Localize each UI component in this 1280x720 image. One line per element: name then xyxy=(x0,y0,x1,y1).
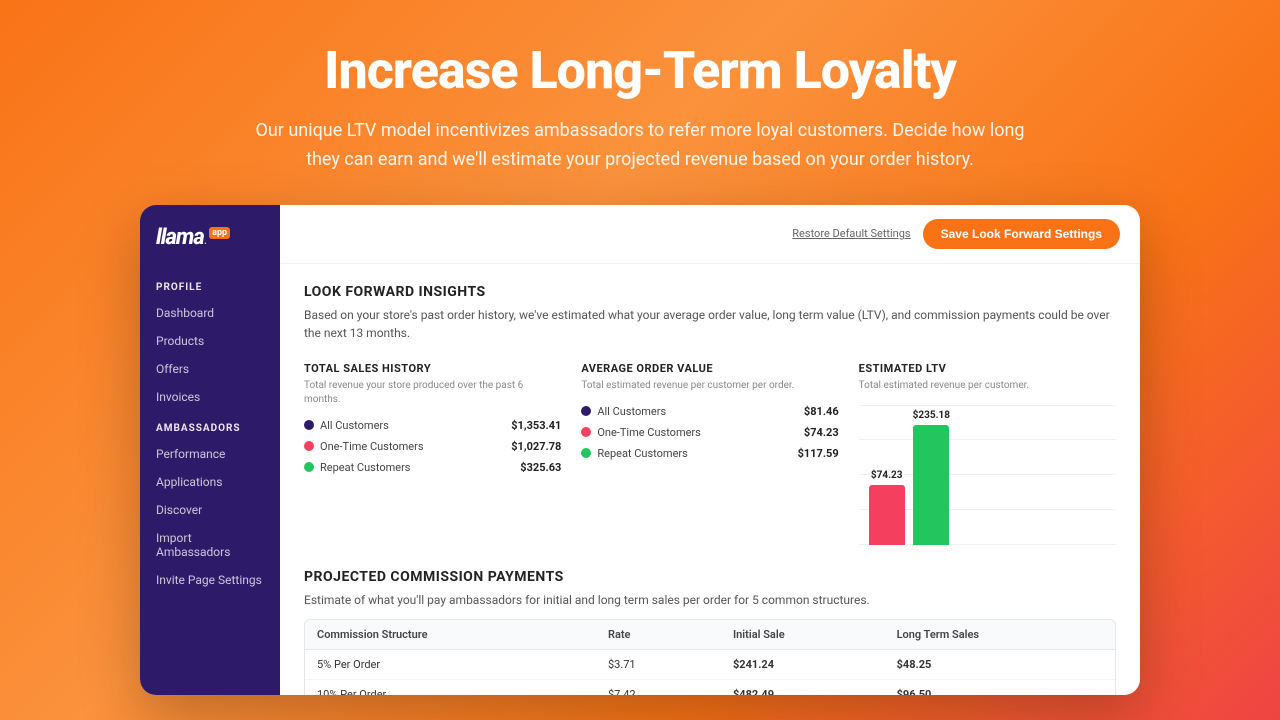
table-row: 5% Per Order $3.71 $241.24 $48.25 xyxy=(305,649,1115,679)
save-button[interactable]: Save Look Forward Settings xyxy=(923,219,1120,249)
total-sales-row-1: All Customers $1,353.41 xyxy=(304,419,561,432)
bar-onetime-label: $74.23 xyxy=(871,470,903,481)
ltv-block: ESTIMATED LTV Total estimated revenue pe… xyxy=(859,362,1116,545)
restore-link[interactable]: Restore Default Settings xyxy=(792,227,910,240)
avg-order-subtitle: Total estimated revenue per customer per… xyxy=(581,379,838,393)
col-rate: Rate xyxy=(596,620,721,650)
main-content: Restore Default Settings Save Look Forwa… xyxy=(280,205,1140,695)
commission-table: Commission Structure Rate Initial Sale L… xyxy=(305,620,1115,695)
total-sales-row-2: One-Time Customers $1,027.78 xyxy=(304,440,561,453)
total-sales-title: TOTAL SALES HISTORY xyxy=(304,362,561,375)
initial-2: $482.49 xyxy=(721,679,885,695)
avg-order-title: AVERAGE ORDER VALUE xyxy=(581,362,838,375)
bar-repeat xyxy=(913,425,949,545)
structure-1: 5% Per Order xyxy=(305,649,596,679)
avg-order-block: AVERAGE ORDER VALUE Total estimated reve… xyxy=(581,362,838,545)
sidebar-item-offers[interactable]: Offers xyxy=(140,355,280,383)
sidebar-item-products[interactable]: Products xyxy=(140,327,280,355)
hero-subtitle: Our unique LTV model incentivizes ambass… xyxy=(250,117,1030,175)
sidebar-item-import[interactable]: Import Ambassadors xyxy=(140,524,280,566)
stats-grid: TOTAL SALES HISTORY Total revenue your s… xyxy=(304,362,1116,545)
ltv-subtitle: Total estimated revenue per customer. xyxy=(859,379,1116,393)
sidebar-item-discover[interactable]: Discover xyxy=(140,496,280,524)
app-window: llama.app PROFILE Dashboard Products Off… xyxy=(140,205,1140,695)
avg-all-value: $81.46 xyxy=(804,405,839,418)
content-body: LOOK FORWARD INSIGHTS Based on your stor… xyxy=(280,264,1140,695)
table-header-row: Commission Structure Rate Initial Sale L… xyxy=(305,620,1115,650)
bar-repeat-label: $235.18 xyxy=(913,410,950,421)
commission-title: PROJECTED COMMISSION PAYMENTS xyxy=(304,569,1116,585)
dot-dark-2 xyxy=(581,406,591,416)
logo: llama.app xyxy=(156,225,230,250)
rate-2: $7.42 xyxy=(596,679,721,695)
dot-red xyxy=(304,441,314,451)
avg-repeat-value: $117.59 xyxy=(798,447,839,460)
total-repeat-label: Repeat Customers xyxy=(320,461,410,474)
commission-desc: Estimate of what you'll pay ambassadors … xyxy=(304,591,1116,609)
avg-order-row-1: All Customers $81.46 xyxy=(581,405,838,418)
total-sales-row-3: Repeat Customers $325.63 xyxy=(304,461,561,474)
logo-area: llama.app xyxy=(140,225,280,270)
total-all-value: $1,353.41 xyxy=(511,419,561,432)
total-sales-subtitle: Total revenue your store produced over t… xyxy=(304,379,561,407)
avg-order-row-3: Repeat Customers $117.59 xyxy=(581,447,838,460)
col-longterm: Long Term Sales xyxy=(885,620,1115,650)
col-initial: Initial Sale xyxy=(721,620,885,650)
hero-section: Increase Long-Term Loyalty Our unique LT… xyxy=(0,0,1280,205)
avg-repeat-label: Repeat Customers xyxy=(597,447,687,460)
rate-1: $3.71 xyxy=(596,649,721,679)
structure-2: 10% Per Order xyxy=(305,679,596,695)
dot-dark xyxy=(304,420,314,430)
hero-title: Increase Long-Term Loyalty xyxy=(20,40,1260,101)
total-onetime-label: One-Time Customers xyxy=(320,440,424,453)
bar-onetime xyxy=(869,485,905,545)
sidebar-item-dashboard[interactable]: Dashboard xyxy=(140,299,280,327)
sidebar-item-applications[interactable]: Applications xyxy=(140,468,280,496)
initial-1: $241.24 xyxy=(721,649,885,679)
top-bar: Restore Default Settings Save Look Forwa… xyxy=(280,205,1140,264)
sidebar-item-invoices[interactable]: Invoices xyxy=(140,383,280,411)
sidebar: llama.app PROFILE Dashboard Products Off… xyxy=(140,205,280,695)
avg-order-row-2: One-Time Customers $74.23 xyxy=(581,426,838,439)
ambassadors-section-label: AMBASSADORS xyxy=(140,411,280,440)
ltv-title: ESTIMATED LTV xyxy=(859,362,1116,375)
total-onetime-value: $1,027.78 xyxy=(511,440,561,453)
total-all-label: All Customers xyxy=(320,419,389,432)
insights-title: LOOK FORWARD INSIGHTS xyxy=(304,284,1116,300)
longterm-2: $96.50 xyxy=(885,679,1115,695)
total-sales-block: TOTAL SALES HISTORY Total revenue your s… xyxy=(304,362,561,545)
table-row: 10% Per Order $7.42 $482.49 $96.50 xyxy=(305,679,1115,695)
commission-section: PROJECTED COMMISSION PAYMENTS Estimate o… xyxy=(304,569,1116,695)
logo-badge: app xyxy=(209,227,230,239)
profile-section-label: PROFILE xyxy=(140,270,280,299)
avg-all-label: All Customers xyxy=(597,405,666,418)
insights-desc: Based on your store's past order history… xyxy=(304,306,1116,342)
sidebar-item-invite[interactable]: Invite Page Settings xyxy=(140,566,280,594)
longterm-1: $48.25 xyxy=(885,649,1115,679)
dot-green-2 xyxy=(581,448,591,458)
total-repeat-value: $325.63 xyxy=(520,461,561,474)
dot-green xyxy=(304,462,314,472)
dot-red-2 xyxy=(581,427,591,437)
avg-onetime-label: One-Time Customers xyxy=(597,426,701,439)
avg-onetime-value: $74.23 xyxy=(804,426,839,439)
commission-table-wrapper: Commission Structure Rate Initial Sale L… xyxy=(304,619,1116,695)
sidebar-item-performance[interactable]: Performance xyxy=(140,440,280,468)
col-structure: Commission Structure xyxy=(305,620,596,650)
